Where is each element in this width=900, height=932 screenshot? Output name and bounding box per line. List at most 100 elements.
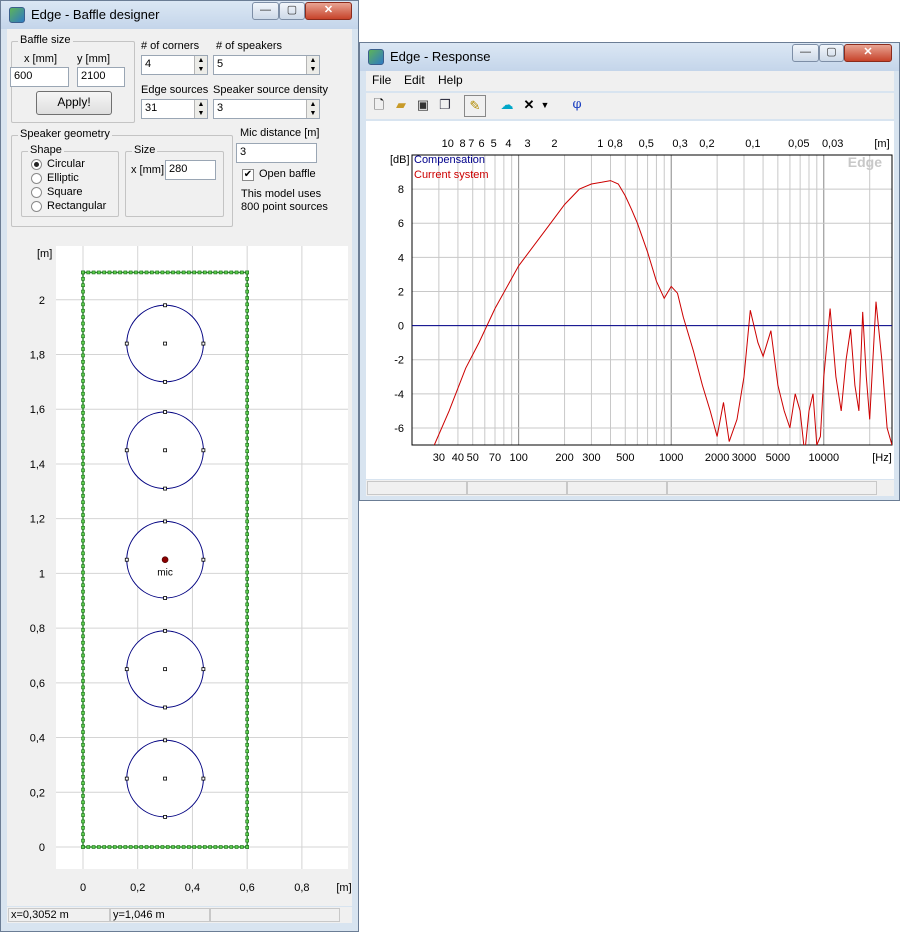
speaker-handle-point bbox=[163, 776, 167, 781]
edge-source-point bbox=[81, 500, 85, 505]
edge-source-point bbox=[81, 679, 85, 683]
maximize-button[interactable]: ▢ bbox=[819, 44, 844, 62]
edge-source-point bbox=[81, 462, 85, 466]
edge-source-point bbox=[245, 366, 249, 370]
edge-source-point bbox=[134, 270, 138, 275]
edge-source-point bbox=[245, 296, 249, 300]
radio-circular[interactable] bbox=[31, 159, 42, 170]
edge-source-point bbox=[81, 845, 85, 849]
edge-source-point bbox=[81, 443, 85, 447]
pen-icon[interactable]: ✎ bbox=[464, 95, 486, 117]
mic-distance-input[interactable]: 3 bbox=[236, 143, 317, 163]
speakers-spin-buttons[interactable]: ▲ ▼ bbox=[306, 56, 319, 74]
chart-top-tick-label: 0,5 bbox=[639, 138, 654, 150]
chart-y-tick-label: 8 bbox=[398, 184, 404, 196]
open-baffle-checkbox[interactable]: ✔ bbox=[242, 169, 254, 181]
edge-source-point bbox=[81, 487, 85, 492]
baffle-x-input[interactable]: 600 bbox=[10, 67, 69, 87]
edge-source-point bbox=[81, 379, 85, 383]
edge-source-point bbox=[181, 845, 186, 849]
edge-source-point bbox=[245, 781, 249, 785]
speaker-geometry-label: Speaker geometry bbox=[18, 128, 112, 140]
radio-circular-label[interactable]: Circular bbox=[47, 158, 85, 170]
speakers-label: # of speakers bbox=[216, 40, 283, 52]
edge-source-point bbox=[245, 360, 249, 364]
radio-elliptic-label[interactable]: Elliptic bbox=[47, 172, 79, 184]
edge-source-point bbox=[245, 372, 249, 377]
menu-file[interactable]: File bbox=[372, 73, 391, 87]
chart-x-tick-label: 10000 bbox=[808, 452, 839, 464]
open-folder-icon[interactable]: ▰ bbox=[390, 95, 412, 117]
edge-source-point bbox=[245, 436, 249, 441]
chart-x-tick-label: 50 bbox=[467, 452, 479, 464]
edge-source-point bbox=[245, 730, 249, 734]
chart-top-tick-label: 5 bbox=[491, 138, 497, 150]
edge-source-point bbox=[245, 634, 249, 639]
edge-source-point bbox=[81, 353, 85, 358]
edge-sources-spin-buttons[interactable]: ▲ ▼ bbox=[194, 100, 207, 118]
menu-help[interactable]: Help bbox=[438, 73, 463, 87]
edge-source-point bbox=[245, 608, 249, 613]
edge-source-point bbox=[218, 270, 223, 275]
edge-source-point bbox=[81, 519, 85, 524]
radio-rectangular-label[interactable]: Rectangular bbox=[47, 200, 106, 212]
edge-source-point bbox=[240, 845, 244, 849]
mic-marker[interactable] bbox=[161, 556, 169, 564]
edge-source-point bbox=[245, 774, 249, 779]
dropdown-arrow-icon[interactable]: ▼ bbox=[538, 95, 552, 117]
edge-source-point bbox=[81, 743, 85, 747]
edge-source-point bbox=[229, 270, 234, 275]
edge-source-point bbox=[245, 755, 249, 760]
radio-rectangular[interactable] bbox=[31, 201, 42, 212]
speakers-spinner[interactable]: 5 bbox=[213, 55, 320, 75]
close-button[interactable]: ✕ bbox=[305, 2, 352, 20]
corners-spin-buttons[interactable]: ▲ ▼ bbox=[194, 56, 207, 74]
edge-source-point bbox=[245, 647, 249, 651]
baffle-x-unit-label: [m] bbox=[336, 882, 351, 894]
baffle-window-titlebar[interactable]: Edge - Baffle designer — ▢ ✕ bbox=[1, 1, 358, 29]
new-file-icon[interactable]: 🗋 bbox=[368, 95, 390, 117]
edge-source-point bbox=[245, 334, 249, 339]
radio-elliptic[interactable] bbox=[31, 173, 42, 184]
delete-icon[interactable]: ✕ bbox=[518, 95, 540, 117]
edge-source-point bbox=[245, 455, 249, 460]
edge-source-point bbox=[81, 366, 85, 370]
edge-source-point bbox=[187, 845, 191, 849]
edge-source-point bbox=[81, 640, 85, 645]
density-spinner[interactable]: 3 bbox=[213, 99, 320, 119]
edge-source-point bbox=[81, 711, 85, 715]
minimize-button[interactable]: — bbox=[792, 44, 819, 62]
copy-icon[interactable]: ❐ bbox=[434, 95, 456, 117]
edge-source-point bbox=[176, 845, 181, 849]
apply-button[interactable]: Apply! bbox=[36, 91, 112, 115]
open-baffle-label[interactable]: Open baffle bbox=[259, 168, 316, 180]
edge-source-point bbox=[245, 819, 249, 824]
edge-source-point bbox=[245, 519, 249, 524]
edge-source-point bbox=[81, 832, 85, 837]
edge-source-point bbox=[245, 423, 249, 428]
baffle-y-input[interactable]: 2100 bbox=[77, 67, 125, 87]
baffle-plot[interactable]: mic [m] 2 1,8 1,6 1,4 1,2 1 0,8 0,6 0,4 0,2 0 0 0,2… bbox=[7, 242, 352, 906]
density-spin-buttons[interactable]: ▲ ▼ bbox=[306, 100, 319, 118]
size-x-input[interactable]: 280 bbox=[165, 160, 216, 180]
menu-edit[interactable]: Edit bbox=[404, 73, 425, 87]
save-icon[interactable]: ▣ bbox=[412, 95, 434, 117]
edge-source-point bbox=[245, 698, 249, 702]
minimize-button[interactable]: — bbox=[252, 2, 279, 20]
edge-source-point bbox=[81, 634, 85, 639]
edge-source-point bbox=[81, 545, 85, 549]
edge-source-point bbox=[81, 340, 85, 345]
edge-source-point bbox=[245, 506, 249, 511]
edge-source-point bbox=[245, 570, 249, 575]
maximize-button[interactable]: ▢ bbox=[279, 2, 305, 20]
response-chart[interactable]: 86420-2-4-630 40 50 70 100 200 300 500 1000 2000 3… bbox=[366, 121, 894, 479]
edge-source-point bbox=[245, 691, 249, 696]
response-window-titlebar[interactable]: Edge - Response — ▢ ✕ bbox=[360, 43, 899, 71]
radio-square-label[interactable]: Square bbox=[47, 186, 82, 198]
speaker-handle-point bbox=[163, 738, 167, 743]
close-button[interactable]: ✕ bbox=[844, 44, 892, 62]
phase-button[interactable]: φ bbox=[566, 95, 588, 117]
edge-source-point bbox=[245, 277, 249, 281]
cloud-icon[interactable]: ☁ bbox=[496, 95, 518, 117]
radio-square[interactable] bbox=[31, 187, 42, 198]
